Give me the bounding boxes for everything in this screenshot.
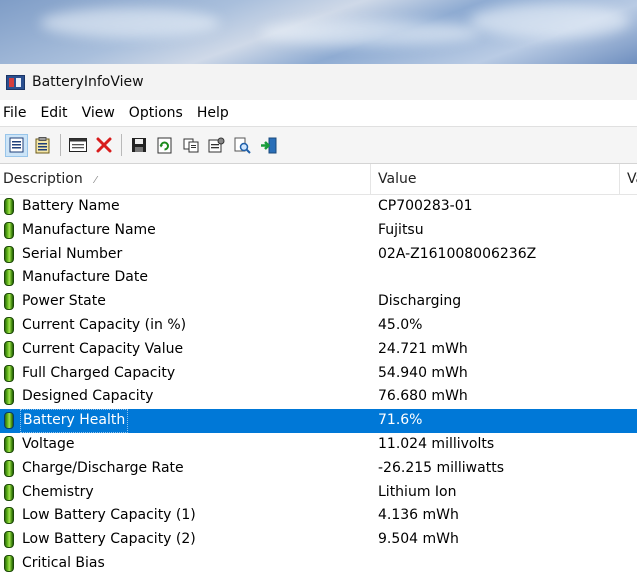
battery-icon [4,459,14,477]
list-item[interactable]: Charge/Discharge Rate -26.215 milliwatts [0,457,637,481]
html-report-icon[interactable] [66,134,89,157]
item-value: Lithium Ion [378,483,457,500]
item-description: Current Capacity Value [22,340,184,357]
save-icon[interactable] [127,134,150,157]
item-description: Charge/Discharge Rate [22,459,184,476]
item-value: 11.024 millivolts [378,435,495,452]
title-bar[interactable]: BatteryInfoView [0,64,637,100]
item-value: 71.6% [378,412,423,429]
column-description-label: Description [3,171,83,187]
sort-ascending-icon: ⁄ [94,175,97,186]
exit-icon[interactable] [257,134,280,157]
item-description: Chemistry [22,483,94,500]
find-icon[interactable] [231,134,254,157]
item-description: Battery Health [20,409,129,433]
properties-list-icon[interactable] [5,133,28,157]
app-icon [6,74,25,90]
item-value: 24.721 mWh [378,340,468,357]
menu-file[interactable]: File [0,105,35,121]
battery-icon [4,388,14,406]
item-description: Manufacture Name [22,221,156,238]
list-item[interactable]: Critical Bias [0,552,637,576]
item-value: 02A-Z161008006236Z [378,245,537,262]
battery-icon [4,531,14,549]
battery-icon [4,293,14,311]
toolbar-separator [121,134,122,156]
properties-list: Battery Name CP700283-01 Manufacture Name… [0,195,637,576]
item-value: 76.680 mWh [378,388,468,405]
menu-help[interactable]: Help [194,105,238,121]
item-description: Manufacture Date [22,269,148,286]
battery-icon [4,245,14,263]
item-value: Fujitsu [378,221,424,238]
column-header-partial[interactable]: Va [627,164,637,194]
item-description: Low Battery Capacity (1) [22,507,196,524]
battery-icon [4,554,14,572]
list-item[interactable]: Low Battery Capacity (1) 4.136 mWh [0,504,637,528]
item-value: 4.136 mWh [378,507,459,524]
list-item[interactable]: Low Battery Capacity (2) 9.504 mWh [0,528,637,552]
battery-icon [4,483,14,501]
list-item[interactable]: Designed Capacity 76.680 mWh [0,385,637,409]
battery-icon [4,221,14,239]
list-item[interactable]: Voltage 11.024 millivolts [0,433,637,457]
list-item[interactable]: Manufacture Name Fujitsu [0,219,637,243]
menu-bar: File Edit View Options Help [0,100,637,126]
item-description: Full Charged Capacity [22,364,176,381]
list-item[interactable]: Current Capacity (in %) 45.0% [0,314,637,338]
item-description: Power State [22,293,106,310]
item-description: Current Capacity (in %) [22,316,187,333]
battery-icon [4,364,14,382]
column-header-description[interactable]: Description ⁄ [3,164,96,194]
app-window: BatteryInfoView File Edit View Options H… [0,64,637,580]
battery-icon [4,269,14,287]
column-divider[interactable] [619,164,620,194]
battery-icon [4,316,14,334]
item-description: Battery Name [22,198,120,214]
column-divider[interactable] [370,164,371,194]
menu-view[interactable]: View [79,105,124,121]
column-header-value[interactable]: Value [378,164,416,194]
desktop-background [0,0,637,64]
list-item[interactable]: Battery Name CP700283-01 [0,195,637,219]
battery-icon [4,435,14,453]
properties-icon[interactable] [205,134,228,157]
item-description: Voltage [22,435,75,452]
menu-options[interactable]: Options [126,105,192,121]
item-value: Discharging [378,293,462,310]
item-description: Critical Bias [22,554,105,571]
item-value: 9.504 mWh [378,531,459,548]
list-item[interactable]: Serial Number 02A-Z161008006236Z [0,243,637,267]
battery-icon [4,507,14,525]
menu-edit[interactable]: Edit [37,105,76,121]
list-header: Description ⁄ Value Va [0,164,637,195]
item-description: Low Battery Capacity (2) [22,531,196,548]
item-description: Designed Capacity [22,388,154,405]
battery-icon [4,198,14,215]
toolbar-separator [60,134,61,156]
copy-icon[interactable] [179,134,202,157]
item-description: Serial Number [22,245,123,262]
report-list-icon[interactable] [31,134,54,157]
item-value: 54.940 mWh [378,364,468,381]
battery-icon [4,340,14,358]
list-item-selected[interactable]: Battery Health 71.6% [0,409,637,433]
toolbar [0,126,637,164]
delete-icon[interactable] [92,134,115,157]
battery-icon [4,412,14,430]
list-item[interactable]: Full Charged Capacity 54.940 mWh [0,362,637,386]
list-item[interactable]: Manufacture Date [0,266,637,290]
list-item[interactable]: Current Capacity Value 24.721 mWh [0,338,637,362]
item-value: -26.215 milliwatts [378,459,504,476]
refresh-icon[interactable] [153,134,176,157]
list-item[interactable]: Chemistry Lithium Ion [0,481,637,505]
window-title: BatteryInfoView [32,74,144,90]
list-item[interactable]: Power State Discharging [0,290,637,314]
item-value: 45.0% [378,316,423,333]
item-value: CP700283-01 [378,198,473,214]
